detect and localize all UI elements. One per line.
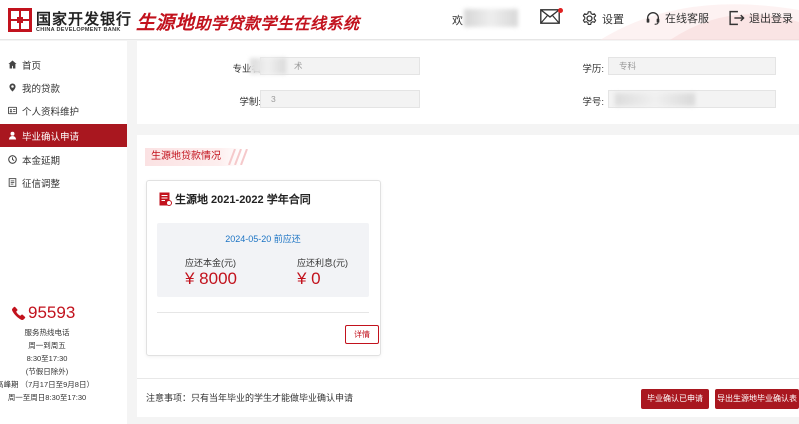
document-icon <box>8 178 17 187</box>
bank-name-english: CHINA DEVELOPMENT BANK <box>36 27 121 33</box>
card-divider <box>157 312 369 313</box>
student-info-panel: 专业名 术 学历: 专科 学制: 3 学号: <box>137 41 799 124</box>
due-date: 2024-05-20 前应还 <box>225 234 301 244</box>
logout-icon <box>729 10 745 26</box>
sidebar-item-label: 征信调整 <box>22 178 61 190</box>
weekday-hours-time: 8:30至17:30 <box>26 354 68 363</box>
bank-name: 国家开发银行 <box>36 10 133 28</box>
duration-field: 3 <box>260 90 420 108</box>
system-title-sub: 助学贷款学生在线系统 <box>194 16 360 33</box>
footer-divider <box>137 378 799 379</box>
system-title-main: 生源地 <box>136 13 195 34</box>
weekday-hours-label: 周一到周五 <box>28 341 66 350</box>
major-redacted <box>250 58 286 74</box>
hotline-number: 95593 <box>28 303 76 322</box>
graduation-applied-button[interactable]: 毕业确认已申请 <box>641 389 709 409</box>
location-icon <box>8 83 17 92</box>
sidebar-item-label: 个人资料维护 <box>22 106 80 118</box>
sidebar-item-home[interactable]: 首页 <box>0 53 127 76</box>
principal-label: 应还本金(元) <box>185 258 236 268</box>
repayment-summary: 2024-05-20 前应还 应还本金(元) ¥ 8000 应还利息(元) ¥ … <box>157 223 369 297</box>
student-id-label: 学号: <box>582 97 604 108</box>
unread-dot <box>558 8 563 13</box>
interest-label: 应还利息(元) <box>297 258 348 268</box>
system-title: 生源地助学贷款学生在线系统 <box>136 8 360 35</box>
online-service-button[interactable]: 在线客服 <box>645 10 709 26</box>
notice-text: 注意事项：只有当年毕业的学生才能做毕业确认申请 <box>146 393 354 403</box>
sidebar-item-graduation-confirm[interactable]: 毕业确认申请 <box>0 124 127 147</box>
envelope-icon <box>540 9 560 24</box>
contract-title-text: 生源地 2021-2022 学年合同 <box>175 194 311 206</box>
settings-button[interactable]: 设置 <box>581 10 624 27</box>
holiday-note: (节假日除外) <box>25 367 69 376</box>
major-value: 术 <box>294 61 303 71</box>
user-icon <box>8 131 17 140</box>
contract-title: 生源地 2021-2022 学年合同 <box>159 191 311 207</box>
clock-icon <box>8 155 17 164</box>
sidebar-item-label: 本金延期 <box>22 155 61 167</box>
duration-label: 学制: <box>239 97 261 108</box>
user-name: 欢 <box>452 15 463 27</box>
bank-logo-icon <box>8 8 32 32</box>
hotline: 95593 <box>12 303 75 323</box>
sidebar-item-principal-deferral[interactable]: 本金延期 <box>0 148 127 171</box>
sidebar-item-label: 毕业确认申请 <box>22 131 80 143</box>
home-icon <box>8 60 17 69</box>
sidebar-item-label: 首页 <box>22 60 42 72</box>
sidebar-item-my-loans[interactable]: 我的贷款 <box>0 76 127 99</box>
principal-value: ¥ 8000 <box>185 269 237 288</box>
detail-button[interactable]: 详情 <box>345 325 379 344</box>
top-header: 国家开发银行 CHINA DEVELOPMENT BANK 生源地助学贷款学生在… <box>0 0 799 40</box>
sidebar: 首页 我的贷款 个人资料维护 毕业确认申请 本金延期 征信调整 95593 服务… <box>0 41 127 424</box>
education-label: 学历: <box>582 64 604 75</box>
sidebar-item-profile[interactable]: 个人资料维护 <box>0 99 127 122</box>
education-field: 专科 <box>608 57 776 75</box>
peak-period: 高峰期 （7月17日至9月8日） <box>0 380 94 389</box>
phone-icon <box>12 306 26 320</box>
peak-hours: 周一至周日8:30至17:30 <box>7 393 87 402</box>
logout-label: 退出登录 <box>749 13 793 25</box>
student-id-redacted <box>615 93 695 106</box>
logout-button[interactable]: 退出登录 <box>728 10 793 26</box>
export-graduation-form-button[interactable]: 导出生源地毕业确认表 <box>715 389 799 409</box>
user-name-redacted <box>464 9 518 27</box>
sidebar-item-credit-adjust[interactable]: 征信调整 <box>0 171 127 194</box>
contract-card: 生源地 2021-2022 学年合同 2024-05-20 前应还 应还本金(元… <box>146 180 381 356</box>
settings-label: 设置 <box>602 13 624 26</box>
loan-panel: 生源地贷款情况 生源地 2021-2022 学年合同 2024-05-20 前应… <box>137 135 799 417</box>
contract-icon <box>159 192 172 206</box>
messages-button[interactable] <box>540 8 563 24</box>
id-card-icon <box>8 106 17 115</box>
gear-icon <box>582 11 597 25</box>
sidebar-item-label: 我的贷款 <box>22 83 61 95</box>
interest-value: ¥ 0 <box>297 269 321 288</box>
hotline-label: 服务热线电话 <box>24 328 70 337</box>
online-service-label: 在线客服 <box>665 13 709 25</box>
headset-icon <box>646 12 660 25</box>
tag-stripes-decoration <box>228 149 248 165</box>
